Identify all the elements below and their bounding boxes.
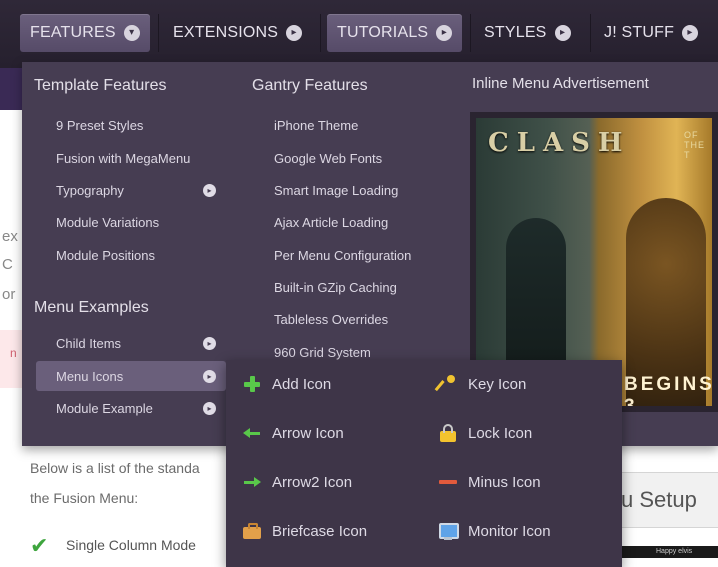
chevron-right-icon: ▸ — [203, 183, 216, 197]
submenu-item-arrow2-icon[interactable]: Arrow2 Icon — [242, 472, 352, 492]
menu-item-tableless-overrides[interactable]: Tableless Overrides — [274, 312, 388, 327]
menu-item-smart-image-loading[interactable]: Smart Image Loading — [274, 183, 398, 198]
body-paragraph-line: Below is a list of the standa — [30, 460, 200, 476]
menu-item-label: Module Example — [56, 400, 153, 416]
nav-divider — [590, 14, 591, 52]
nav-item-styles[interactable]: STYLES ▸ — [474, 14, 581, 52]
chevron-right-icon: ▸ — [554, 25, 571, 41]
briefcase-icon — [242, 521, 262, 541]
submenu-item-label: Key Icon — [468, 375, 527, 393]
chevron-right-icon: ▸ — [436, 25, 453, 41]
column-heading-advertisement: Inline Menu Advertisement — [472, 75, 649, 92]
body-paragraph-line: the Fusion Menu: — [30, 490, 139, 506]
arrow-left-icon — [242, 423, 262, 443]
page-fragment-text: ex — [2, 228, 18, 245]
nav-label: J! STUFF — [604, 24, 675, 41]
submenu-item-monitor-icon[interactable]: Monitor Icon — [438, 521, 551, 541]
menu-item-fusion-megamenu[interactable]: Fusion with MegaMenu — [56, 151, 190, 166]
footer-badge: Happy elvis — [622, 546, 718, 558]
monitor-icon — [438, 521, 459, 541]
column-heading-gantry-features: Gantry Features — [252, 77, 368, 94]
ad-tagline: BEGINS 3 — [624, 374, 712, 406]
ad-title: CLASH — [488, 128, 631, 158]
chevron-right-icon: ▸ — [286, 25, 303, 41]
footer-badge-text: Happy elvis — [656, 548, 693, 555]
submenu-item-label: Minus Icon — [468, 473, 541, 491]
lock-icon — [438, 423, 458, 443]
key-icon — [438, 374, 458, 394]
nav-divider — [158, 14, 159, 52]
nav-divider — [470, 14, 471, 52]
chevron-right-icon: ▸ — [203, 336, 216, 350]
page-fragment-text: C — [2, 256, 13, 273]
notice-fragment-text: n — [10, 346, 17, 360]
submenu-item-label: Briefcase Icon — [272, 522, 368, 540]
arrow-right-icon — [242, 472, 262, 492]
ad-subtitle: OF THE T — [684, 130, 705, 160]
menu-item-label: Menu Icons — [56, 368, 124, 384]
submenu-item-briefcase-icon[interactable]: Briefcase Icon — [242, 521, 367, 541]
menu-item-module-variations[interactable]: Module Variations — [56, 215, 159, 230]
menu-item-ajax-article-loading[interactable]: Ajax Article Loading — [274, 215, 388, 230]
nav-divider — [320, 14, 321, 52]
menu-item-960-grid-system[interactable]: 960 Grid System — [274, 345, 371, 360]
submenu-item-label: Lock Icon — [468, 424, 533, 442]
submenu-item-label: Arrow Icon — [272, 424, 344, 442]
nav-item-tutorials[interactable]: TUTORIALS ▸ — [327, 14, 463, 52]
menu-item-gzip-caching[interactable]: Built-in GZip Caching — [274, 280, 397, 295]
column-heading-menu-examples: Menu Examples — [34, 299, 149, 316]
plus-icon — [242, 374, 262, 394]
menu-item-label: Child Items — [56, 335, 122, 351]
menu-item-google-web-fonts[interactable]: Google Web Fonts — [274, 151, 382, 166]
nav-label: EXTENSIONS — [173, 24, 279, 41]
chevron-right-icon: ▸ — [682, 25, 699, 41]
menu-item-module-example[interactable]: Module Example ▸ — [36, 393, 226, 423]
page-fragment-text: or — [2, 286, 16, 303]
nav-item-j-stuff[interactable]: J! STUFF ▸ — [594, 14, 708, 52]
menu-item-iphone-theme[interactable]: iPhone Theme — [274, 118, 358, 133]
nav-label: STYLES — [484, 24, 547, 41]
menu-icons-submenu: Add Icon Arrow Icon Arrow2 Icon Briefcas… — [226, 360, 622, 567]
submenu-item-arrow-icon[interactable]: Arrow Icon — [242, 423, 344, 443]
check-icon: ✔ — [30, 533, 49, 558]
menu-item-label: Typography — [56, 182, 124, 198]
chevron-down-icon: ▾ — [123, 25, 140, 41]
menu-item-preset-styles[interactable]: 9 Preset Styles — [56, 118, 143, 133]
submenu-item-label: Add Icon — [272, 375, 332, 393]
menu-item-typography[interactable]: Typography ▸ — [36, 175, 226, 205]
nav-item-features[interactable]: FEATURES ▾ — [20, 14, 150, 52]
submenu-item-add-icon[interactable]: Add Icon — [242, 374, 331, 394]
submenu-item-lock-icon[interactable]: Lock Icon — [438, 423, 532, 443]
chevron-right-icon: ▸ — [203, 369, 216, 383]
nav-label: FEATURES — [30, 24, 116, 41]
menu-item-child-items[interactable]: Child Items ▸ — [36, 328, 226, 358]
nav-label: TUTORIALS — [337, 24, 429, 41]
checklist-item: Single Column Mode — [66, 537, 196, 553]
submenu-item-minus-icon[interactable]: Minus Icon — [438, 472, 541, 492]
setup-heading: u Setup — [621, 487, 697, 512]
submenu-item-key-icon[interactable]: Key Icon — [438, 374, 526, 394]
notice-strip: n — [0, 330, 22, 388]
submenu-item-label: Monitor Icon — [468, 522, 551, 540]
column-heading-template-features: Template Features — [34, 77, 167, 94]
nav-item-extensions[interactable]: EXTENSIONS ▸ — [163, 14, 312, 52]
minus-icon — [438, 472, 458, 492]
menu-item-module-positions[interactable]: Module Positions — [56, 248, 155, 263]
submenu-item-label: Arrow2 Icon — [272, 473, 353, 491]
chevron-right-icon: ▸ — [203, 401, 216, 415]
setup-heading-box: u Setup — [608, 472, 718, 528]
menu-item-per-menu-configuration[interactable]: Per Menu Configuration — [274, 248, 411, 263]
menu-item-menu-icons[interactable]: Menu Icons ▸ — [36, 361, 226, 391]
